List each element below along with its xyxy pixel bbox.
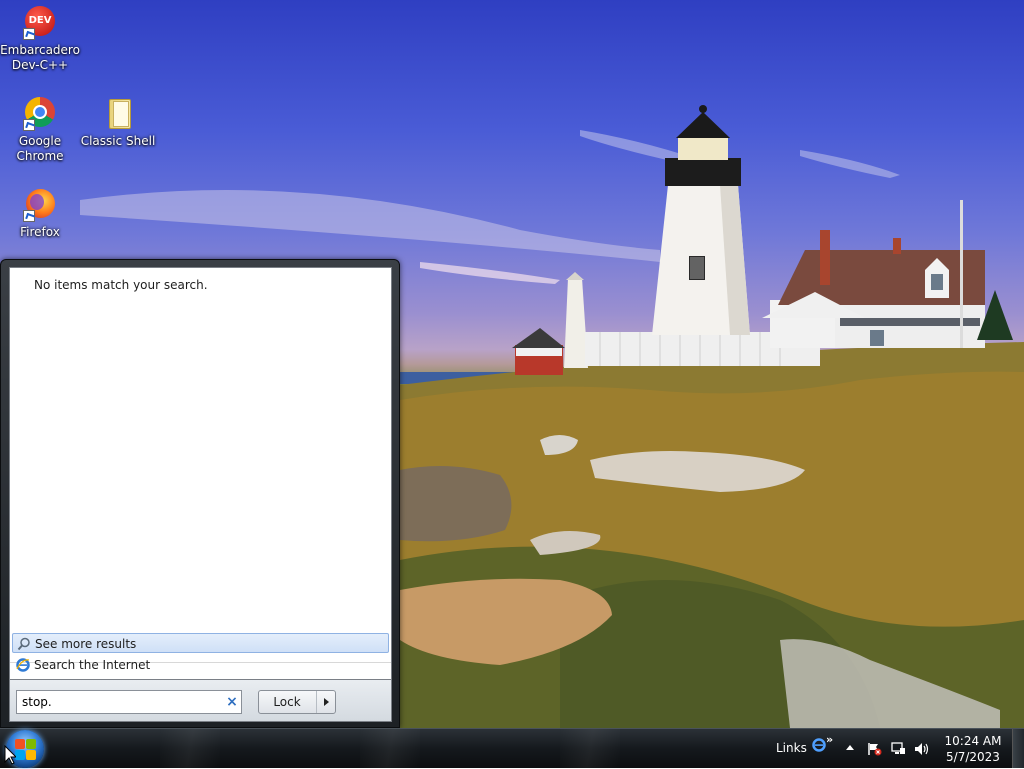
volume-icon[interactable] bbox=[914, 742, 929, 756]
devcpp-badge: DEV bbox=[28, 15, 52, 26]
desktop-icon-firefox[interactable]: Firefox bbox=[0, 188, 80, 240]
windows-logo-icon bbox=[15, 739, 25, 749]
start-menu-footer: × Lock bbox=[9, 680, 392, 722]
internet-explorer-icon[interactable] bbox=[812, 738, 826, 752]
no-results-message: No items match your search. bbox=[34, 278, 208, 292]
windows-logo-icon bbox=[26, 739, 36, 749]
links-toolbar-label[interactable]: Links bbox=[776, 741, 807, 755]
show-hidden-icons-arrow-icon[interactable] bbox=[846, 745, 854, 750]
desktop-icon-label: Dev-C++ bbox=[11, 58, 69, 72]
taskbar-glare bbox=[560, 729, 620, 769]
see-more-results-label: See more results bbox=[35, 637, 137, 651]
taskbar-glare bbox=[160, 729, 220, 769]
desktop-icon-label: Firefox bbox=[20, 225, 60, 239]
desktop-icon-chrome[interactable]: Google Chrome bbox=[0, 97, 80, 164]
chrome-icon bbox=[23, 97, 57, 131]
lock-button[interactable]: Lock bbox=[258, 690, 336, 714]
search-internet-link[interactable]: Search the Internet bbox=[12, 655, 389, 675]
devcpp-icon: DEV bbox=[23, 6, 57, 40]
see-more-results-link[interactable]: See more results bbox=[12, 633, 389, 653]
start-menu: No items match your search. See more res… bbox=[0, 259, 400, 728]
links-overflow-chevron-icon[interactable]: » bbox=[826, 733, 833, 746]
desktop-icon-classic-shell[interactable]: Classic Shell bbox=[78, 97, 158, 149]
mouse-cursor-icon bbox=[4, 745, 16, 765]
desktop-icon-label: Google bbox=[18, 134, 62, 148]
clear-search-icon[interactable]: × bbox=[224, 694, 240, 710]
shortcut-arrow-icon bbox=[23, 28, 35, 40]
internet-explorer-icon bbox=[16, 658, 30, 672]
windows-logo-icon bbox=[15, 750, 25, 760]
shutdown-options-arrow-icon[interactable] bbox=[316, 691, 336, 713]
search-results-panel: No items match your search. See more res… bbox=[9, 267, 392, 680]
desktop-icon-devcpp[interactable]: DEV Embarcadero Dev-C++ bbox=[0, 6, 80, 73]
clock-date[interactable]: 5/7/2023 bbox=[940, 750, 1006, 764]
search-internet-label: Search the Internet bbox=[34, 658, 151, 672]
folder-icon bbox=[101, 97, 135, 131]
windows-logo-icon bbox=[26, 750, 36, 760]
search-icon bbox=[17, 637, 30, 651]
show-desktop-button[interactable] bbox=[1012, 729, 1024, 768]
taskbar: Links » 10:24 AM 5/7/2023 bbox=[0, 728, 1024, 769]
firefox-icon bbox=[23, 188, 57, 222]
start-search-input[interactable] bbox=[16, 690, 242, 714]
clock-time[interactable]: 10:24 AM bbox=[940, 734, 1006, 748]
shortcut-arrow-icon bbox=[23, 210, 35, 222]
desktop-icon-label: Chrome bbox=[16, 149, 64, 163]
taskbar-glare bbox=[360, 729, 420, 769]
lock-button-label: Lock bbox=[273, 695, 301, 709]
network-icon[interactable] bbox=[891, 742, 906, 756]
desktop-icon-label: Classic Shell bbox=[80, 134, 156, 148]
action-center-flag-icon[interactable] bbox=[867, 742, 882, 756]
desktop-icon-label: Embarcadero bbox=[0, 43, 80, 57]
shortcut-arrow-icon bbox=[23, 119, 35, 131]
